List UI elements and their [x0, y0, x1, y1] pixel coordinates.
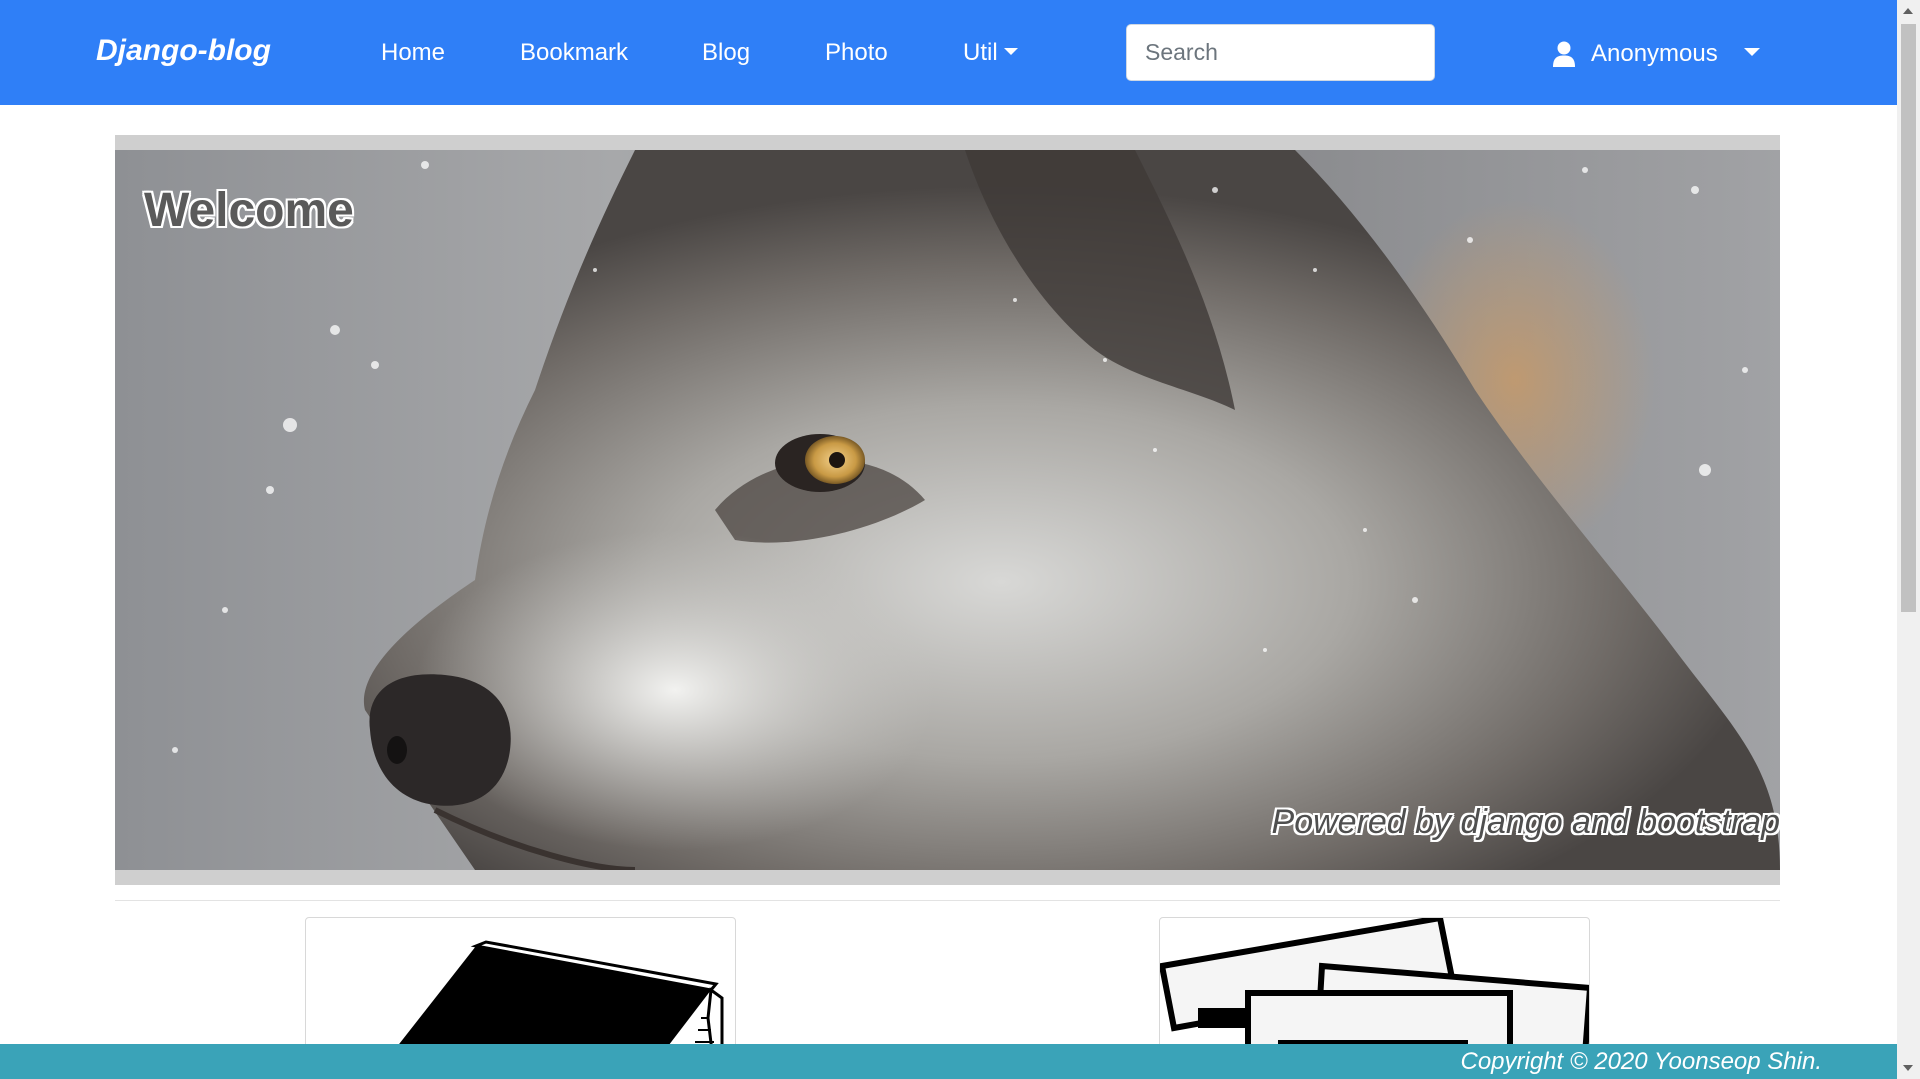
user-icon [1553, 41, 1575, 67]
caret-down-icon [1003, 48, 1018, 56]
hero-banner: Welcome Powered by django and bootstrap [115, 135, 1780, 885]
nav-home-link[interactable]: Home [381, 39, 445, 67]
hero-title: Welcome [144, 184, 354, 237]
scroll-down-arrow-icon[interactable] [1903, 1065, 1913, 1071]
nav-photo-link[interactable]: Photo [825, 39, 888, 67]
wolf-hero-image [115, 150, 1780, 870]
section-divider [115, 900, 1780, 901]
scroll-up-arrow-icon[interactable] [1903, 8, 1913, 14]
user-name: Anonymous [1591, 40, 1718, 67]
search-input[interactable] [1126, 24, 1435, 81]
navbar: Django-blog Home Bookmark Blog Photo Uti… [0, 0, 1897, 105]
hero-subtitle: Powered by django and bootstrap [1271, 803, 1780, 841]
nav-blog-link[interactable]: Blog [702, 39, 750, 67]
nav-util-label: Util [963, 39, 998, 66]
brand-logo-link[interactable]: Django-blog [96, 34, 271, 68]
nav-util-dropdown[interactable]: Util [963, 39, 1018, 67]
scrollbar-thumb[interactable] [1901, 24, 1916, 612]
vertical-scrollbar[interactable] [1897, 0, 1920, 1079]
copyright-text: Copyright © 2020 Yoonseop Shin. [1460, 1048, 1823, 1075]
nav-bookmark-link[interactable]: Bookmark [520, 39, 628, 67]
footer: Copyright © 2020 Yoonseop Shin. [0, 1044, 1897, 1079]
caret-down-icon [1743, 48, 1760, 56]
user-dropdown[interactable]: Anonymous [1553, 37, 1760, 71]
